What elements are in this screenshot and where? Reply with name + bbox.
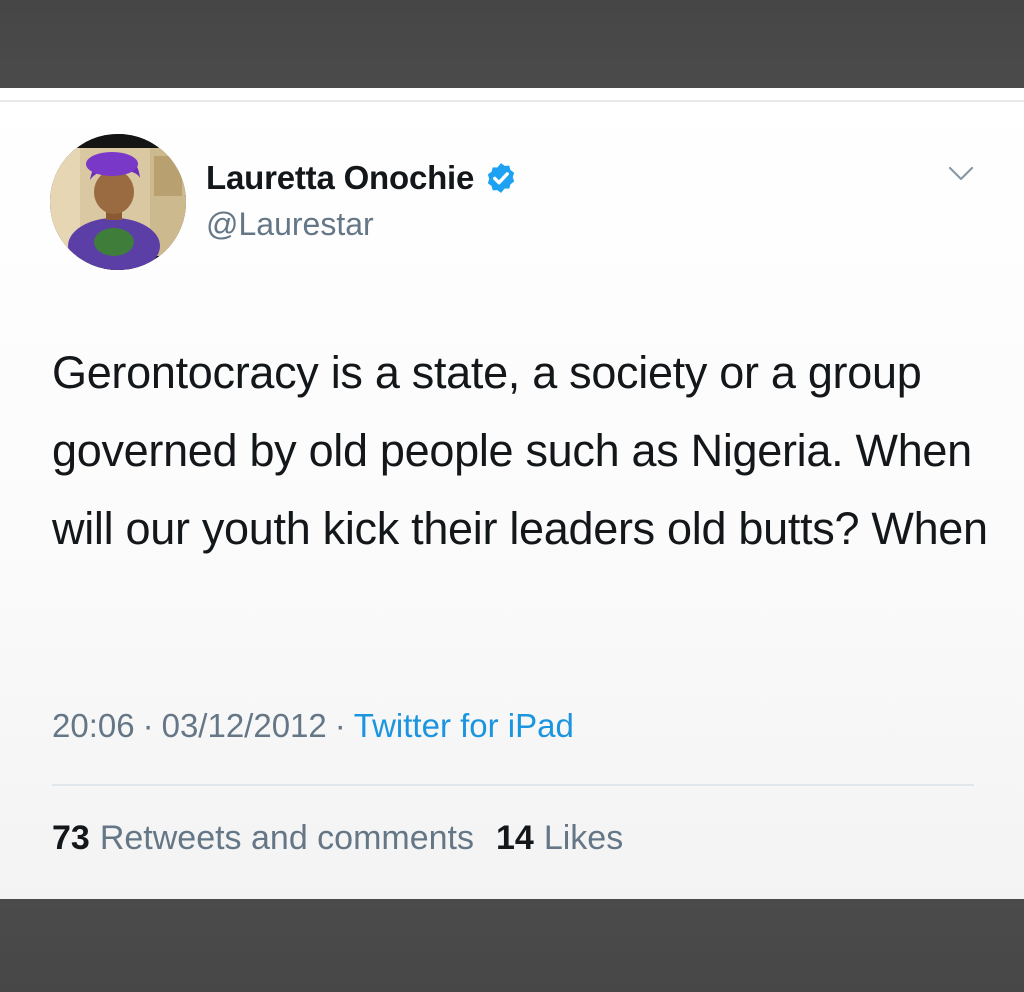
tweet-stats: 73 Retweets and comments 14 Likes — [52, 816, 623, 860]
meta-separator: · — [334, 707, 346, 744]
verified-badge-icon — [488, 163, 515, 193]
author-handle[interactable]: @Laurestar — [206, 206, 374, 243]
author-display-name[interactable]: Lauretta Onochie — [206, 159, 474, 197]
tweet-time[interactable]: 20:06 — [52, 707, 135, 745]
avatar-photo — [50, 134, 186, 270]
tweet-source-link[interactable]: Twitter for iPad — [354, 707, 574, 745]
top-dark-bar — [0, 0, 1024, 88]
author-name-row[interactable]: Lauretta Onochie — [206, 158, 518, 198]
meta-separator: · — [142, 707, 154, 744]
tweet-meta: 20:06 · 03/12/2012 · Twitter for iPad — [52, 704, 574, 748]
likes-count[interactable]: 14 — [496, 819, 534, 858]
tweet-card[interactable]: Lauretta Onochie @Laurestar Gerontocracy… — [0, 88, 1024, 899]
likes-label[interactable]: Likes — [544, 819, 623, 858]
tweet-date[interactable]: 03/12/2012 — [162, 707, 327, 745]
card-top-divider — [0, 100, 1024, 102]
screenshot-frame: Lauretta Onochie @Laurestar Gerontocracy… — [0, 0, 1024, 992]
bottom-dark-bar — [0, 899, 1024, 992]
avatar[interactable] — [50, 134, 186, 270]
tweet-text: Gerontocracy is a state, a society or a … — [52, 347, 988, 554]
retweets-label[interactable]: Retweets and comments — [100, 819, 474, 858]
retweets-count[interactable]: 73 — [52, 819, 90, 858]
chevron-down-icon[interactable] — [944, 162, 978, 186]
stats-divider — [52, 784, 974, 786]
